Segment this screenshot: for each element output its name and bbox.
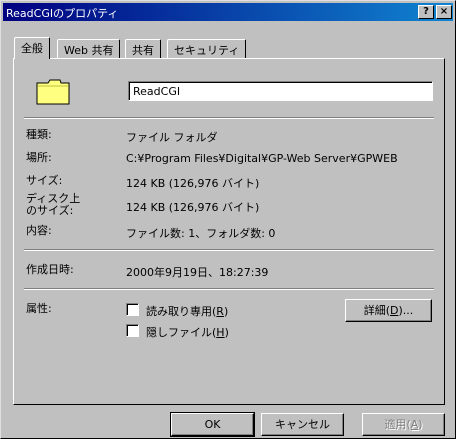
type-label: 種類: bbox=[26, 128, 52, 141]
tab-sharing[interactable]: 共有 bbox=[125, 39, 161, 59]
tab-web-sharing-label: Web 共有 bbox=[64, 44, 114, 57]
readonly-accesskey: R bbox=[216, 305, 224, 318]
folder-name-input[interactable]: ReadCGI bbox=[128, 81, 433, 101]
type-value: ファイル フォルダ bbox=[126, 131, 218, 144]
contents-value: ファイル数: 1、フォルダ数: 0 bbox=[126, 227, 276, 240]
disk-size-label-line2: のサイズ: bbox=[26, 204, 74, 217]
separator bbox=[24, 288, 434, 290]
details-suffix: )... bbox=[398, 304, 414, 317]
size-label: サイズ: bbox=[26, 174, 63, 187]
details-accesskey: D bbox=[390, 304, 399, 317]
ok-button[interactable]: OK bbox=[170, 412, 255, 437]
hidden-checkbox[interactable] bbox=[126, 324, 139, 337]
location-label: 場所: bbox=[26, 151, 52, 164]
hidden-label-text: 隠しファイル( bbox=[146, 326, 217, 339]
disk-size-value: 124 KB (126,976 バイト) bbox=[126, 201, 260, 214]
tab-sharing-label: 共有 bbox=[132, 44, 154, 57]
apply-button[interactable]: 適用(A) bbox=[362, 413, 445, 436]
separator bbox=[24, 249, 434, 251]
cancel-button[interactable]: キャンセル bbox=[261, 413, 344, 436]
folder-icon bbox=[36, 79, 70, 105]
apply-accesskey: A bbox=[410, 418, 419, 431]
readonly-checkbox-label[interactable]: 読み取り専用(R) bbox=[146, 303, 228, 319]
tab-security[interactable]: セキュリティ bbox=[167, 39, 247, 59]
title-bar[interactable]: ReadCGIのプロパティ ? × bbox=[3, 3, 453, 21]
details-label-text: 詳細( bbox=[363, 304, 391, 317]
location-value: C:¥Program Files¥Digital¥GP-Web Server¥G… bbox=[126, 152, 398, 165]
tab-general-label: 全般 bbox=[21, 42, 43, 55]
tab-general[interactable]: 全般 bbox=[14, 37, 50, 59]
general-panel: ReadCGI 種類: ファイル フォルダ 場所: C:¥Program Fil… bbox=[13, 58, 445, 405]
help-button[interactable]: ? bbox=[418, 5, 434, 19]
details-button[interactable]: 詳細(D)... bbox=[345, 299, 432, 322]
created-label: 作成日時: bbox=[26, 263, 74, 276]
properties-dialog: ReadCGIのプロパティ ? × 全般 Web 共有 共有 セキュリティ Re… bbox=[0, 0, 456, 439]
hidden-accesskey: H bbox=[216, 326, 225, 339]
contents-label: 内容: bbox=[26, 224, 52, 237]
readonly-checkbox[interactable] bbox=[126, 303, 139, 316]
separator bbox=[24, 117, 434, 119]
attributes-label: 属性: bbox=[26, 302, 52, 315]
size-value: 124 KB (126,976 バイト) bbox=[126, 177, 260, 190]
tab-web-sharing[interactable]: Web 共有 bbox=[57, 39, 121, 59]
hidden-checkbox-label[interactable]: 隠しファイル(H) bbox=[146, 324, 229, 340]
window-title: ReadCGIのプロパティ bbox=[6, 7, 119, 20]
close-button[interactable]: × bbox=[436, 5, 452, 19]
readonly-label-text: 読み取り専用( bbox=[146, 305, 217, 318]
apply-label-text: 適用( bbox=[384, 418, 411, 431]
created-value: 2000年9月19日、18:27:39 bbox=[126, 266, 269, 279]
tab-security-label: セキュリティ bbox=[174, 44, 240, 57]
